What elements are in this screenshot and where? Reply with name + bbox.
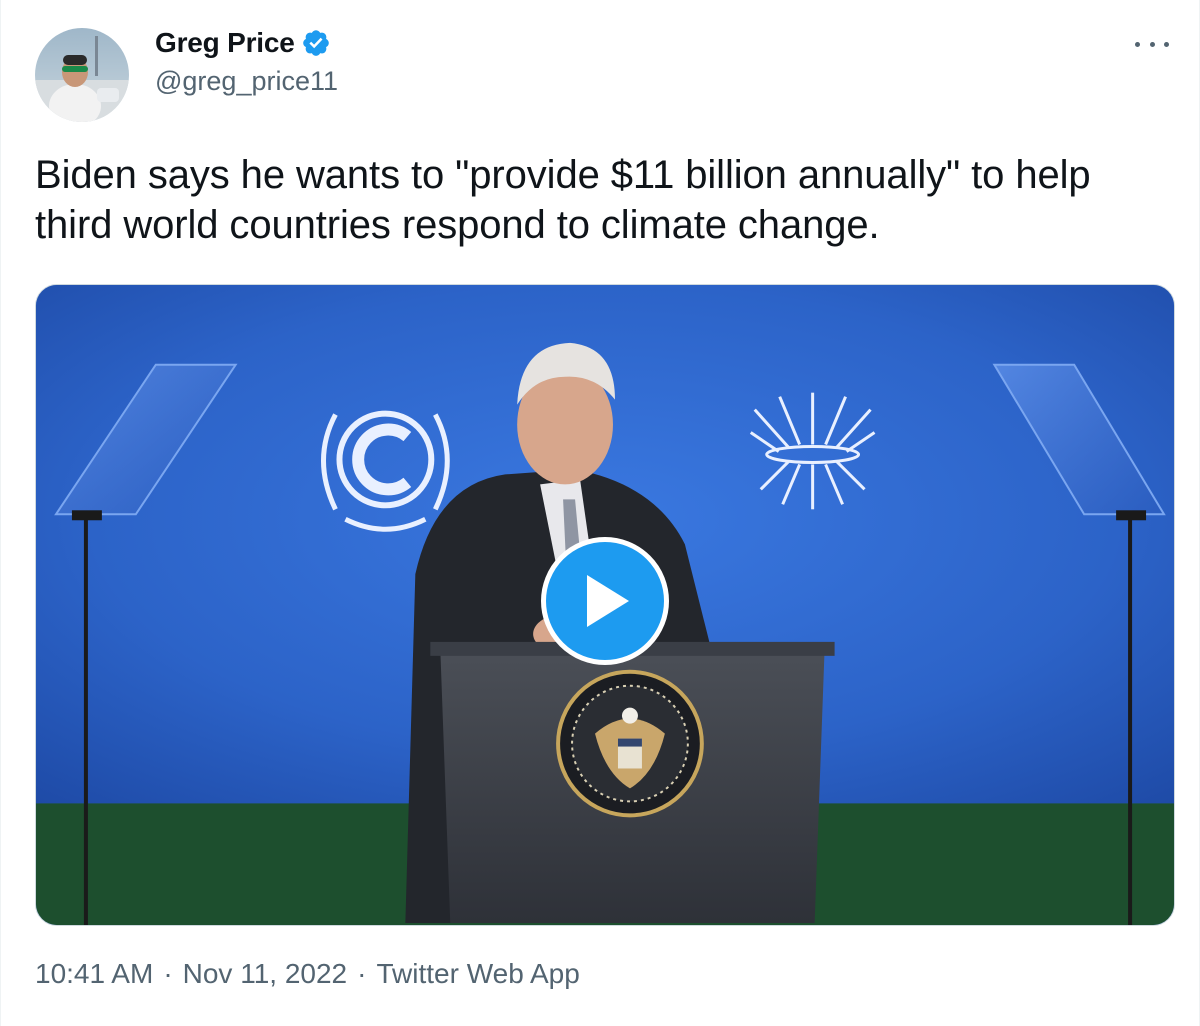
more-options-icon[interactable] (1135, 32, 1169, 56)
meta-separator: · (163, 958, 173, 989)
meta-separator: · (357, 958, 367, 989)
play-icon (587, 575, 629, 627)
tweet-meta: 10:41 AM · Nov 11, 2022 · Twitter Web Ap… (35, 958, 580, 990)
tweet-header: Greg Price @greg_price11 (35, 26, 1169, 122)
tweet-time[interactable]: 10:41 AM (35, 958, 153, 990)
verified-badge-icon (302, 30, 329, 56)
author-handle[interactable]: @greg_price11 (155, 66, 338, 97)
video-player[interactable] (35, 284, 1175, 926)
more-dot (1135, 41, 1140, 47)
more-dot (1149, 41, 1155, 47)
display-name[interactable]: Greg Price (155, 27, 295, 59)
tweet-date[interactable]: Nov 11, 2022 (183, 958, 348, 990)
author-names: Greg Price @greg_price11 (155, 26, 338, 97)
play-button[interactable] (541, 537, 669, 665)
tweet-source[interactable]: Twitter Web App (376, 958, 579, 990)
more-dot (1164, 41, 1169, 47)
tweet-card: Greg Price @greg_price11 Biden says he w… (0, 0, 1200, 1026)
display-name-row: Greg Price (155, 26, 338, 60)
avatar[interactable] (35, 28, 129, 122)
avatar-image (35, 28, 129, 122)
tweet-text: Biden says he wants to "provide $11 bill… (35, 153, 1091, 247)
